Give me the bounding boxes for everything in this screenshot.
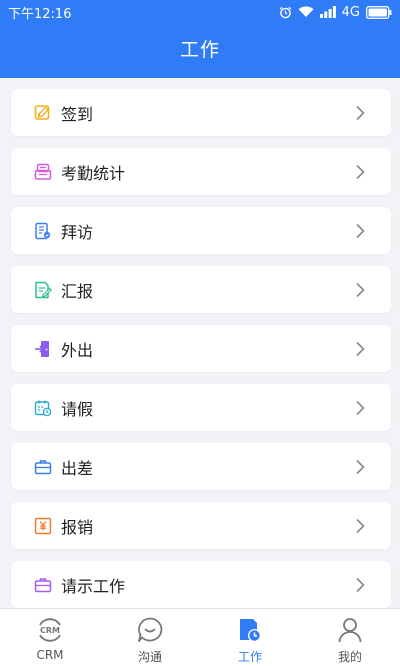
page-title: 工作 (179, 39, 220, 61)
menu-item-label: 汇报 (61, 281, 94, 301)
chevron-right-icon (353, 341, 367, 356)
chevron-right-icon (353, 282, 367, 297)
report-icon (33, 280, 53, 300)
tab-label: CRM (36, 648, 64, 662)
business-trip-icon (33, 457, 53, 477)
profile-icon (335, 615, 365, 645)
menu-item-label: 请假 (61, 399, 94, 419)
status-icons: 4G (279, 5, 392, 20)
menu-item-go-out[interactable]: 外出 (11, 325, 391, 372)
chevron-right-icon (353, 105, 367, 120)
chevron-right-icon (353, 518, 367, 533)
go-out-icon (33, 339, 53, 359)
menu-item-report[interactable]: 汇报 (11, 266, 391, 313)
menu-item-label: 报销 (61, 517, 94, 537)
menu-item-label: 考勤统计 (61, 163, 126, 183)
tab-crm[interactable]: CRM CRM (0, 609, 100, 666)
tab-chat[interactable]: 沟通 (100, 609, 200, 666)
visit-icon (33, 221, 53, 241)
tab-profile[interactable]: 我的 (300, 609, 400, 666)
wifi-icon (298, 6, 314, 18)
svg-text:CRM: CRM (40, 626, 60, 635)
crm-icon: CRM (35, 615, 65, 645)
chat-icon (135, 615, 165, 645)
menu-item-label: 出差 (61, 458, 94, 478)
menu-item-label: 外出 (61, 340, 94, 360)
menu-item-label: 请示工作 (61, 576, 126, 596)
app-header: 下午12:16 4G 工作 (0, 0, 400, 78)
attendance-stats-icon (33, 162, 53, 182)
reimbursement-icon (33, 516, 53, 536)
leave-icon (33, 398, 53, 418)
chevron-right-icon (353, 459, 367, 474)
menu-item-label: 签到 (61, 104, 94, 124)
chevron-right-icon (353, 223, 367, 238)
menu-item-label: 拜访 (61, 222, 94, 242)
menu-item-request-instruction[interactable]: 请示工作 (11, 561, 391, 608)
menu-item-attendance-stats[interactable]: 考勤统计 (11, 148, 391, 195)
signal-icon (319, 6, 336, 18)
tab-label: 工作 (237, 650, 262, 664)
menu-item-visit[interactable]: 拜访 (11, 207, 391, 254)
chevron-right-icon (353, 577, 367, 592)
tab-work[interactable]: 工作 (200, 609, 300, 666)
chevron-right-icon (353, 164, 367, 179)
tab-label: 沟通 (137, 650, 162, 664)
work-icon (235, 615, 265, 645)
menu-item-reimbursement[interactable]: 报销 (11, 502, 391, 549)
bottom-tab-bar: CRM CRM 沟通 工作 我的 (0, 608, 400, 666)
network-type: 4G (341, 4, 360, 20)
battery-icon (366, 5, 392, 19)
status-bar: 下午12:16 4G (0, 0, 400, 24)
menu-item-sign-in[interactable]: 签到 (11, 89, 391, 136)
sign-in-icon (33, 103, 53, 123)
tab-label: 我的 (337, 650, 362, 664)
status-time: 下午12:16 (8, 6, 72, 22)
chevron-right-icon (353, 400, 367, 415)
menu-item-leave[interactable]: 请假 (11, 384, 391, 431)
menu-item-business-trip[interactable]: 出差 (11, 443, 391, 490)
alarm-icon (279, 6, 292, 19)
request-instruction-icon (33, 575, 53, 595)
work-menu-list: 签到 考勤统计 拜访 汇报 外出 请假 出差 报销 请示工作 (0, 78, 400, 608)
